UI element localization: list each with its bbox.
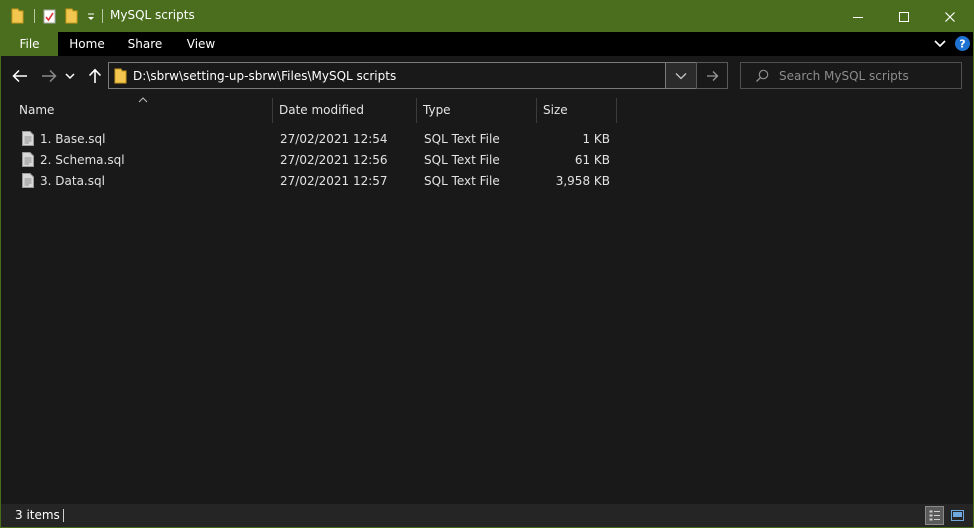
details-view-icon xyxy=(929,510,940,521)
ribbon-tabs: File Home Share View ? xyxy=(1,32,973,56)
large-icons-view-icon xyxy=(951,510,964,521)
maximize-icon xyxy=(899,11,909,22)
up-button[interactable] xyxy=(84,64,106,88)
close-icon xyxy=(945,11,955,22)
chevron-down-icon xyxy=(65,73,75,80)
tab-file[interactable]: File xyxy=(1,32,58,56)
title-bar: MySQL scripts xyxy=(1,1,973,32)
address-bar[interactable]: D:\sbrw\setting-up-sbrw\Files\MySQL scri… xyxy=(108,62,666,89)
customize-toolbar-icon[interactable] xyxy=(86,8,96,24)
close-button[interactable] xyxy=(927,1,973,32)
item-count: 3 items xyxy=(15,508,60,522)
file-date-modified: 27/02/2021 12:57 xyxy=(280,174,388,188)
minimize-button[interactable] xyxy=(835,1,881,32)
arrow-up-icon xyxy=(88,68,102,83)
toolbar-separator xyxy=(102,9,103,23)
file-size: 3,958 KB xyxy=(555,174,610,188)
large-icons-view-button[interactable] xyxy=(948,506,967,525)
explorer-window: MySQL scripts File Home Share View ? D:\… xyxy=(0,0,974,528)
details-view-button[interactable] xyxy=(925,506,944,525)
help-icon[interactable]: ? xyxy=(954,35,971,52)
arrow-left-icon xyxy=(12,69,27,83)
search-icon xyxy=(756,69,769,82)
column-divider[interactable] xyxy=(616,98,617,123)
file-size: 61 KB xyxy=(574,153,610,167)
address-path[interactable]: D:\sbrw\setting-up-sbrw\Files\MySQL scri… xyxy=(133,69,396,83)
recent-locations-button[interactable] xyxy=(63,64,77,88)
toolbar-separator xyxy=(34,9,35,23)
sql-file-icon xyxy=(22,131,34,146)
svg-text:?: ? xyxy=(959,38,965,51)
tab-view[interactable]: View xyxy=(177,32,225,56)
file-date-modified: 27/02/2021 12:54 xyxy=(280,132,388,146)
column-header-name[interactable]: Name xyxy=(13,97,272,123)
search-box[interactable] xyxy=(740,62,962,89)
file-row[interactable]: 3. Data.sql 27/02/2021 12:57 SQL Text Fi… xyxy=(18,171,616,192)
tab-share[interactable]: Share xyxy=(121,32,169,56)
file-type: SQL Text File xyxy=(424,174,500,188)
file-size: 1 KB xyxy=(582,132,610,146)
column-header-size[interactable]: Size xyxy=(537,97,616,123)
file-row[interactable]: 2. Schema.sql 27/02/2021 12:56 SQL Text … xyxy=(18,150,616,171)
minimize-icon xyxy=(853,16,863,18)
forward-button[interactable] xyxy=(38,64,60,88)
go-button[interactable] xyxy=(696,62,728,89)
folder-icon xyxy=(11,8,24,24)
address-history-dropdown[interactable] xyxy=(666,62,696,89)
new-folder-icon[interactable] xyxy=(65,8,78,24)
window-title: MySQL scripts xyxy=(110,8,195,22)
properties-icon[interactable] xyxy=(43,8,56,24)
status-separator xyxy=(63,509,64,522)
column-header-date-modified[interactable]: Date modified xyxy=(273,97,416,123)
file-row[interactable]: 1. Base.sql 27/02/2021 12:54 SQL Text Fi… xyxy=(18,129,616,150)
navigation-bar: D:\sbrw\setting-up-sbrw\Files\MySQL scri… xyxy=(1,56,973,96)
file-name: 1. Base.sql xyxy=(40,132,106,146)
file-name: 2. Schema.sql xyxy=(40,153,125,167)
sql-file-icon xyxy=(22,173,34,188)
expand-ribbon-icon[interactable] xyxy=(934,39,946,49)
status-bar: 3 items xyxy=(1,504,973,527)
back-button[interactable] xyxy=(9,64,31,88)
search-input[interactable] xyxy=(779,67,955,84)
sql-file-icon xyxy=(22,152,34,167)
tab-home[interactable]: Home xyxy=(63,32,111,56)
file-date-modified: 27/02/2021 12:56 xyxy=(280,153,388,167)
arrow-right-icon xyxy=(706,70,718,81)
column-header-type[interactable]: Type xyxy=(417,97,536,123)
file-type: SQL Text File xyxy=(424,153,500,167)
file-name: 3. Data.sql xyxy=(40,174,105,188)
folder-icon xyxy=(114,68,127,84)
file-type: SQL Text File xyxy=(424,132,500,146)
chevron-down-icon xyxy=(675,72,687,79)
arrow-right-icon xyxy=(42,69,57,83)
maximize-button[interactable] xyxy=(881,1,927,32)
